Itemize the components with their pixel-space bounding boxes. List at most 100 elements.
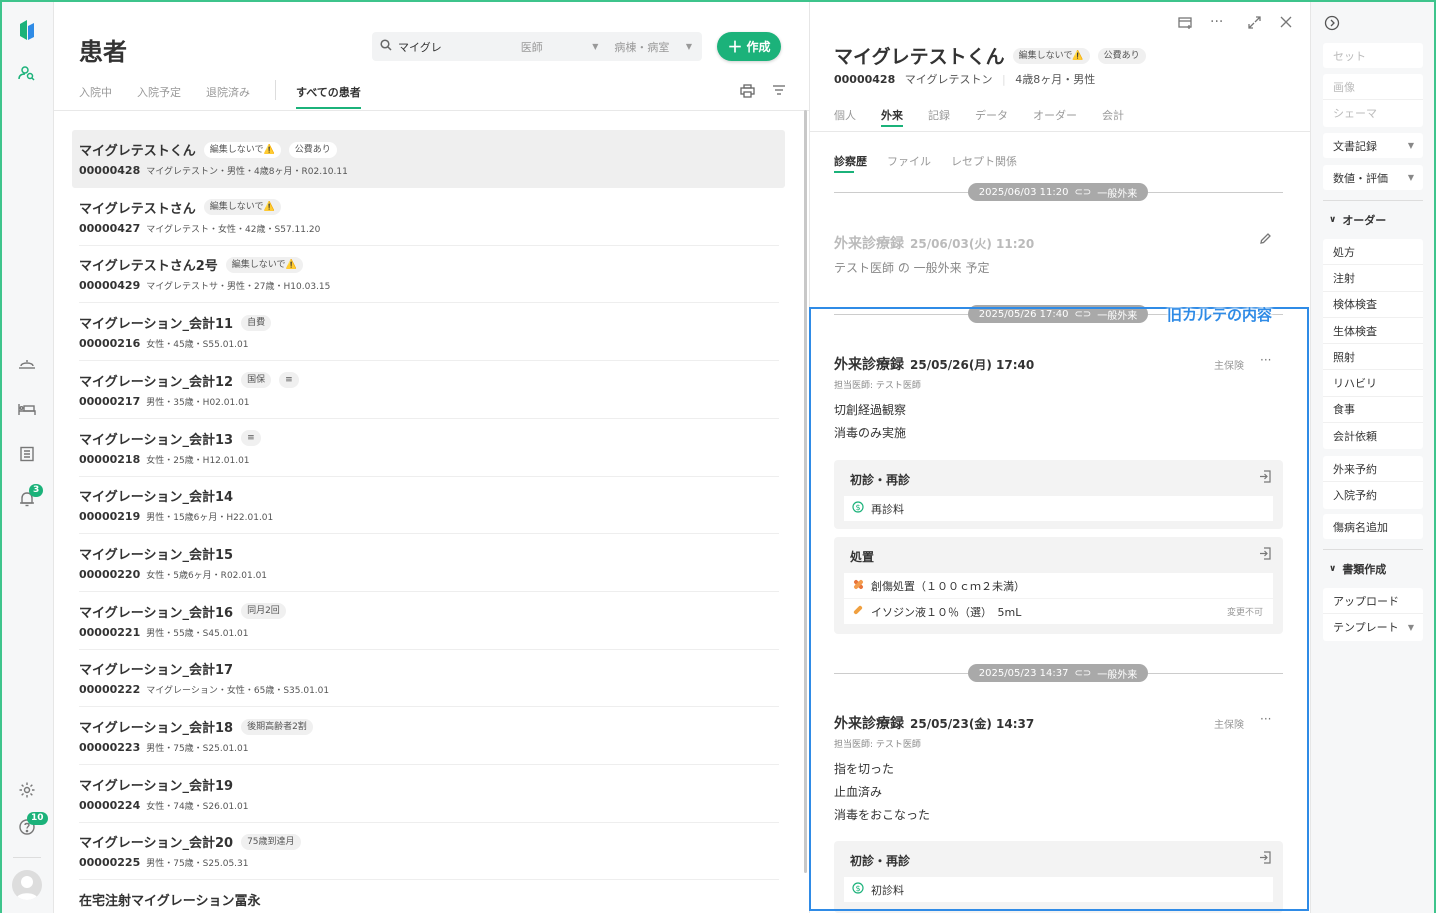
order-item[interactable]: $ 再診料 xyxy=(844,496,1273,521)
order-meal[interactable]: 食事 xyxy=(1323,397,1423,424)
record-doctor: 担当医師: テスト医師 xyxy=(834,740,921,750)
patient-id: 00000223 xyxy=(79,741,141,754)
subtab-files[interactable]: ファイル xyxy=(887,153,931,169)
patient-row[interactable]: マイグレーション_会計18 後期高齢者2割 00000223 男性・75歳・S25.0… xyxy=(72,707,785,765)
more-options-icon[interactable]: ··· xyxy=(1260,712,1271,726)
patient-name: マイグレテストさん xyxy=(79,201,196,217)
order-item[interactable]: $ 初診料 xyxy=(844,877,1273,902)
ward-select[interactable]: 病棟・病室 ▼ xyxy=(608,39,702,55)
subtab-history[interactable]: 診察歴 xyxy=(834,153,867,173)
expand-icon[interactable] xyxy=(1248,16,1261,33)
tab-outpatient[interactable]: 外来 xyxy=(881,107,903,127)
order-billing-request[interactable]: 会計依頼 xyxy=(1323,423,1423,449)
ward-select-label: 病棟・病室 xyxy=(614,40,670,54)
settings-gear-icon[interactable] xyxy=(15,778,39,802)
card-heading: 初診・再診 xyxy=(850,473,911,487)
image-button[interactable]: 画像 xyxy=(1323,74,1423,101)
patient-row-meta: 00000427 マイグレテスト・女性・42歳・S57.11.20 xyxy=(79,222,320,235)
patient-row[interactable]: マイグレテストくん 編集しないで⚠️ 公費あり 00000428 マイグレテストン・男性… xyxy=(72,130,785,188)
export-icon[interactable] xyxy=(1259,851,1271,867)
record-title: 外来診療録 25/05/26(月) 17:40 xyxy=(834,357,1035,373)
patient-row[interactable]: マイグレーション_会計15 00000220 女性・5歳6ヶ月・R02.01.01 xyxy=(72,534,785,592)
docs-section-header[interactable]: ∨ 書類作成 xyxy=(1329,561,1386,577)
visit-date-pill[interactable]: 2025/05/23 14:37 ⊂⊃ 一般外来 xyxy=(968,664,1148,682)
more-options-icon[interactable]: ··· xyxy=(1210,14,1223,30)
help-icon[interactable]: 10 xyxy=(15,812,48,839)
close-icon[interactable] xyxy=(1280,16,1292,32)
search-input[interactable]: マイグレ xyxy=(398,39,515,55)
list-scrollbar[interactable] xyxy=(804,110,807,873)
doctor-select[interactable]: 医師 ▼ xyxy=(515,39,609,55)
subtab-receipt[interactable]: レセプト関係 xyxy=(951,153,1017,169)
sort-icon[interactable] xyxy=(772,84,786,100)
tab-inpatient[interactable]: 入院中 xyxy=(79,84,112,110)
outpatient-reservation[interactable]: 外来予約 xyxy=(1323,456,1423,483)
tab-scheduled[interactable]: 入院予定 xyxy=(137,84,181,110)
order-rehab[interactable]: リハビリ xyxy=(1323,370,1423,397)
collapse-panel-icon[interactable] xyxy=(1324,15,1340,34)
link-icon: ⊂⊃ xyxy=(1074,308,1092,320)
order-specimen-test[interactable]: 検体検査 xyxy=(1323,292,1423,318)
patient-name: マイグレテストくん xyxy=(834,46,1005,68)
inpatient-icon[interactable] xyxy=(15,352,39,376)
tab-personal[interactable]: 個人 xyxy=(834,107,856,123)
patient-row[interactable]: マイグレーション_会計14 00000219 男性・15歳6ヶ月・H22.01.01 xyxy=(72,476,785,535)
patient-row[interactable]: マイグレーション_会計20 75歳到達月 00000225 男性・75歳・S25.05… xyxy=(72,822,785,881)
patient-info: マイグレテストサ・男性・27歳・H10.03.15 xyxy=(146,282,331,293)
order-item[interactable]: 創傷処置（１００ｃｍ２未満） xyxy=(844,573,1273,598)
patient-row[interactable]: マイグレーション_会計19 00000224 女性・74歳・S26.01.01 xyxy=(72,765,785,823)
patient-row[interactable]: マイグレテストさん2号 編集しないで⚠️ 00000429 マイグレテストサ・男性・2… xyxy=(72,245,785,304)
patient-tag: ≡ xyxy=(279,372,299,389)
set-button[interactable]: セット xyxy=(1323,43,1423,68)
patient-tag: 編集しないで⚠️ xyxy=(203,141,281,158)
chevron-down-icon: ▼ xyxy=(1407,622,1414,632)
record-doctor: 担当医師: テスト医師 xyxy=(834,381,921,391)
tab-data[interactable]: データ xyxy=(975,107,1008,123)
notification-bell-icon[interactable]: 3 xyxy=(15,484,44,511)
tab-all-patients[interactable]: すべての患者 xyxy=(296,84,361,110)
values-select[interactable]: 数値・評価 ▼ xyxy=(1323,165,1423,190)
upload-button[interactable]: アップロード xyxy=(1323,588,1423,615)
bed-icon[interactable] xyxy=(15,397,39,421)
visit-date-pill[interactable]: 2025/06/03 11:20 ⊂⊃ 一般外来 xyxy=(968,183,1148,201)
tab-billing[interactable]: 会計 xyxy=(1102,107,1124,123)
patient-row[interactable]: マイグレテストさん 編集しないで⚠️ 00000427 マイグレテスト・女性・42歳・… xyxy=(72,188,785,246)
print-icon[interactable] xyxy=(740,84,755,102)
doc-record-select[interactable]: 文書記録 ▼ xyxy=(1323,133,1423,158)
schema-button[interactable]: シェーマ xyxy=(1323,100,1423,126)
app-logo-icon[interactable] xyxy=(15,18,39,42)
add-disease-name-button[interactable]: 傷病名追加 xyxy=(1323,514,1423,539)
window-layout-icon[interactable] xyxy=(1178,16,1193,34)
patient-row[interactable]: マイグレーション_会計16 同月2回 00000221 男性・55歳・S45.01.0… xyxy=(72,592,785,650)
edit-pencil-icon[interactable] xyxy=(1259,232,1272,248)
patient-row[interactable]: マイグレーション_会計12 国保 ≡ 00000217 男性・35歳・H02.01.01 xyxy=(72,361,785,419)
order-prescription[interactable]: 処方 xyxy=(1323,239,1423,266)
order-physiological-test[interactable]: 生体検査 xyxy=(1323,318,1423,345)
create-button[interactable]: ＋作成 xyxy=(717,32,781,61)
tab-orders[interactable]: オーダー xyxy=(1033,107,1077,123)
more-options-icon[interactable]: ··· xyxy=(1260,353,1271,367)
export-icon[interactable] xyxy=(1259,470,1271,486)
inpatient-reservation[interactable]: 入院予約 xyxy=(1323,482,1423,508)
visit-date-pill[interactable]: 2025/05/26 17:40 ⊂⊃ 一般外来 xyxy=(968,305,1148,323)
template-select[interactable]: テンプレート ▼ xyxy=(1323,614,1423,640)
patient-row[interactable]: マイグレーション_会計17 00000222 マイグレーション・女性・65歳・S35… xyxy=(72,649,785,708)
order-group: 処方 注射 検体検査 生体検査 照射 リハビリ 食事 会計依頼 xyxy=(1323,239,1423,450)
order-item[interactable]: イソジン液１０％（選） 5mL 変更不可 xyxy=(844,599,1273,624)
patient-row[interactable]: マイグレーション_会計13 ≡ 00000218 女性・25歳・H12.01.01 xyxy=(72,419,785,477)
list-icon[interactable] xyxy=(15,442,39,466)
order-section-header[interactable]: ∨ オーダー xyxy=(1329,212,1386,228)
export-icon[interactable] xyxy=(1259,547,1271,563)
record-line: 切創経過観察 xyxy=(834,403,907,417)
order-injection[interactable]: 注射 xyxy=(1323,265,1423,292)
patient-row[interactable]: 在宅注射マイグレーション冨永 xyxy=(72,880,785,913)
patient-name: マイグレテストさん2号 xyxy=(79,259,218,275)
planned-record-title: 外来診療録 25/06/03(火) 11:20 xyxy=(834,236,1035,252)
patient-tag: 編集しないで⚠️ xyxy=(203,199,281,216)
patient-row[interactable]: マイグレーション_会計11 自費 00000216 女性・45歳・S55.01.01 xyxy=(72,303,785,362)
user-avatar[interactable] xyxy=(12,870,42,900)
order-radiation[interactable]: 照射 xyxy=(1323,344,1423,371)
tab-records[interactable]: 記録 xyxy=(928,107,950,123)
patient-search-icon[interactable] xyxy=(15,61,39,85)
tab-discharged[interactable]: 退院済み xyxy=(206,84,250,110)
